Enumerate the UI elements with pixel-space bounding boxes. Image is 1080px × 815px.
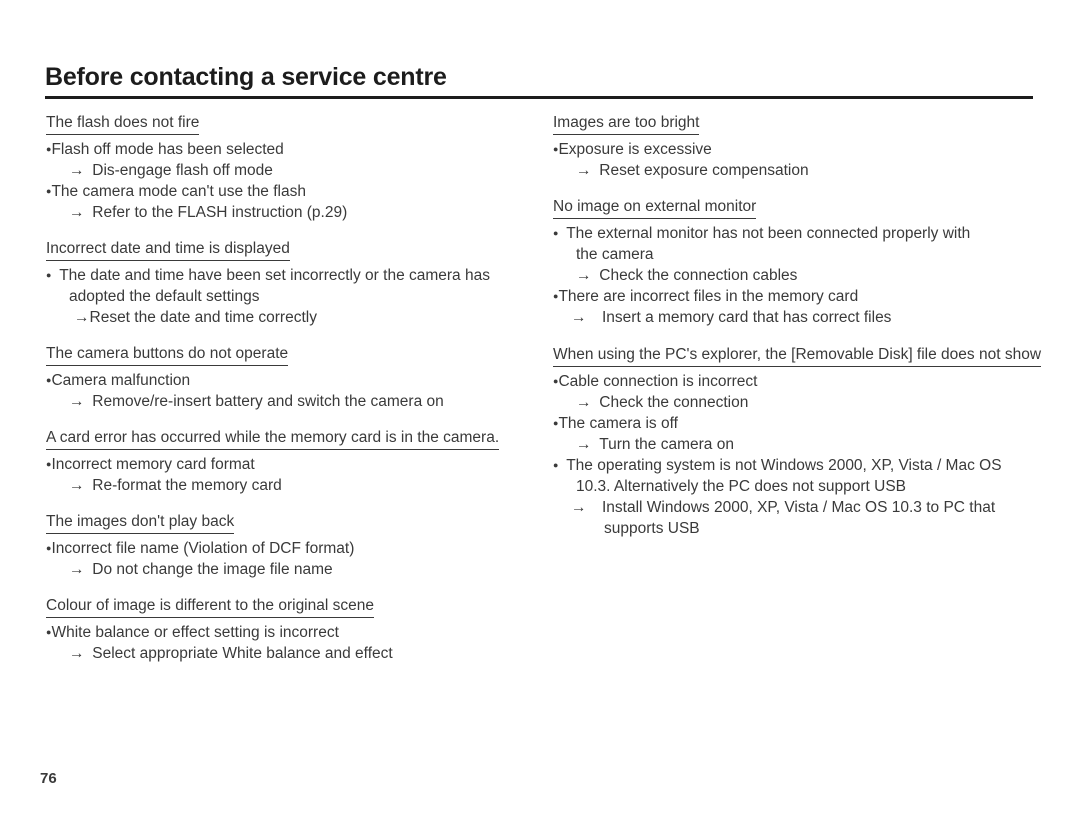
- bullet-text: Incorrect file name (Violation of DCF fo…: [51, 540, 355, 557]
- bullet-text: Camera malfunction: [51, 372, 191, 389]
- continuation-line: supports USB: [553, 518, 1043, 539]
- section-heading: When using the PC's explorer, the [Remov…: [553, 345, 1042, 367]
- page-header: Before contacting a service centre: [45, 62, 1035, 99]
- bullet-text: Incorrect memory card format: [51, 456, 255, 473]
- continuation-line: 10.3. Alternatively the PC does not supp…: [553, 476, 1043, 497]
- arrow-icon: →: [69, 393, 85, 410]
- bullet-item: ●The camera is off: [553, 413, 1043, 434]
- remedy-item: → Turn the camera on: [553, 434, 1043, 455]
- bullet-item: ●Incorrect file name (Violation of DCF f…: [46, 538, 546, 559]
- remedy-text: Insert a memory card that has correct fi…: [586, 309, 892, 326]
- arrow-icon: →: [571, 499, 587, 516]
- bullet-text: Exposure is excessive: [558, 141, 712, 158]
- section-heading: Images are too bright: [553, 113, 700, 135]
- remedy-text: Check the connection cables: [591, 267, 798, 284]
- troubleshoot-section: When using the PC's explorer, the [Remov…: [553, 345, 1043, 539]
- remedy-text: Reset the date and time correctly: [89, 309, 317, 326]
- troubleshoot-section: The flash does not fire ●Flash off mode h…: [46, 113, 546, 223]
- bullet-item: ●Cable connection is incorrect: [553, 371, 1043, 392]
- remedy-text: Turn the camera on: [591, 436, 734, 453]
- arrow-icon: →: [576, 267, 592, 284]
- bullet-text: White balance or effect setting is incor…: [51, 624, 339, 641]
- remedy-item: → Check the connection cables: [553, 265, 1043, 286]
- continuation-text: adopted the default settings: [69, 288, 260, 305]
- page-number: 76: [40, 770, 57, 787]
- arrow-icon: →: [576, 394, 592, 411]
- remedy-text: Check the connection: [591, 394, 749, 411]
- continuation-text: 10.3. Alternatively the PC does not supp…: [576, 478, 906, 495]
- bullet-item: ● The operating system is not Windows 20…: [553, 455, 1043, 476]
- arrow-icon: →: [571, 309, 587, 326]
- arrow-icon: →: [69, 561, 85, 578]
- remedy-text: Re-format the memory card: [84, 477, 282, 494]
- bullet-item: ● The external monitor has not been conn…: [553, 223, 1043, 244]
- troubleshoot-section: The images don't play back ●Incorrect fil…: [46, 512, 546, 580]
- remedy-text: Refer to the FLASH instruction (p.29): [84, 204, 348, 221]
- bullet-text: The date and time have been set incorrec…: [51, 267, 490, 284]
- section-heading: No image on external monitor: [553, 197, 757, 219]
- left-column: The flash does not fire ●Flash off mode h…: [46, 113, 546, 680]
- continuation-text: the camera: [576, 246, 654, 263]
- arrow-icon: →: [74, 309, 90, 326]
- bullet-item: ● The date and time have been set incorr…: [46, 265, 546, 286]
- remedy-text: Dis-engage flash off mode: [84, 162, 273, 179]
- arrow-icon: →: [69, 162, 85, 179]
- troubleshoot-section: No image on external monitor ● The extern…: [553, 197, 1043, 328]
- remedy-item: → Insert a memory card that has correct …: [553, 307, 1043, 328]
- bullet-item: ●White balance or effect setting is inco…: [46, 622, 546, 643]
- section-heading: The flash does not fire: [46, 113, 200, 135]
- arrow-icon: →: [69, 477, 85, 494]
- remedy-item: → Do not change the image file name: [46, 559, 546, 580]
- bullet-item: ●There are incorrect files in the memory…: [553, 286, 1043, 307]
- arrow-icon: →: [576, 162, 592, 179]
- continuation-line: the camera: [553, 244, 1043, 265]
- document-page: Before contacting a service centre The f…: [0, 0, 1080, 815]
- troubleshoot-section: Images are too bright ●Exposure is excess…: [553, 113, 1043, 181]
- bullet-text: The camera is off: [558, 415, 678, 432]
- bullet-text: The camera mode can't use the flash: [51, 183, 306, 200]
- remedy-text: Install Windows 2000, XP, Vista / Mac OS…: [586, 499, 996, 516]
- remedy-text: Do not change the image file name: [84, 561, 333, 578]
- continuation-text: supports USB: [604, 520, 700, 537]
- remedy-item: → Re-format the memory card: [46, 475, 546, 496]
- remedy-item: → Refer to the FLASH instruction (p.29): [46, 202, 546, 223]
- arrow-icon: →: [69, 645, 85, 662]
- remedy-item: → Remove/re-insert battery and switch th…: [46, 391, 546, 412]
- full-width-section: When using the PC's explorer, the [Remov…: [553, 345, 1043, 555]
- bullet-item: ●Flash off mode has been selected: [46, 139, 546, 160]
- bullet-text: The operating system is not Windows 2000…: [558, 457, 1002, 474]
- section-heading: A card error has occurred while the memo…: [46, 428, 500, 450]
- section-heading: The camera buttons do not operate: [46, 344, 289, 366]
- section-heading: The images don't play back: [46, 512, 235, 534]
- remedy-text: Select appropriate White balance and eff…: [84, 645, 393, 662]
- continuation-line: adopted the default settings: [46, 286, 546, 307]
- right-column: Images are too bright ●Exposure is excess…: [553, 113, 1043, 344]
- troubleshoot-section: A card error has occurred while the memo…: [46, 428, 546, 496]
- troubleshoot-section: Colour of image is different to the orig…: [46, 596, 546, 664]
- remedy-item: → Install Windows 2000, XP, Vista / Mac …: [553, 497, 1043, 518]
- remedy-item: → Select appropriate White balance and e…: [46, 643, 546, 664]
- bullet-text: Cable connection is incorrect: [558, 373, 758, 390]
- remedy-text: Reset exposure compensation: [591, 162, 809, 179]
- page-title: Before contacting a service centre: [45, 63, 447, 91]
- remedy-item: → Reset exposure compensation: [553, 160, 1043, 181]
- bullet-item: ●Incorrect memory card format: [46, 454, 546, 475]
- remedy-item: → Dis-engage flash off mode: [46, 160, 546, 181]
- troubleshoot-section: The camera buttons do not operate ●Camera…: [46, 344, 546, 412]
- section-heading: Colour of image is different to the orig…: [46, 596, 374, 618]
- remedy-item: →Reset the date and time correctly: [46, 307, 546, 328]
- bullet-item: ●The camera mode can't use the flash: [46, 181, 546, 202]
- section-heading: Incorrect date and time is displayed: [46, 239, 290, 261]
- arrow-icon: →: [69, 204, 85, 221]
- bullet-item: ●Camera malfunction: [46, 370, 546, 391]
- arrow-icon: →: [576, 436, 592, 453]
- bullet-text: The external monitor has not been connec…: [558, 225, 971, 242]
- remedy-item: → Check the connection: [553, 392, 1043, 413]
- bullet-text: Flash off mode has been selected: [51, 141, 284, 158]
- bullet-text: There are incorrect files in the memory …: [558, 288, 859, 305]
- remedy-text: Remove/re-insert battery and switch the …: [84, 393, 444, 410]
- troubleshoot-section: Incorrect date and time is displayed ● Th…: [46, 239, 546, 328]
- bullet-item: ●Exposure is excessive: [553, 139, 1043, 160]
- title-divider: [45, 96, 1033, 99]
